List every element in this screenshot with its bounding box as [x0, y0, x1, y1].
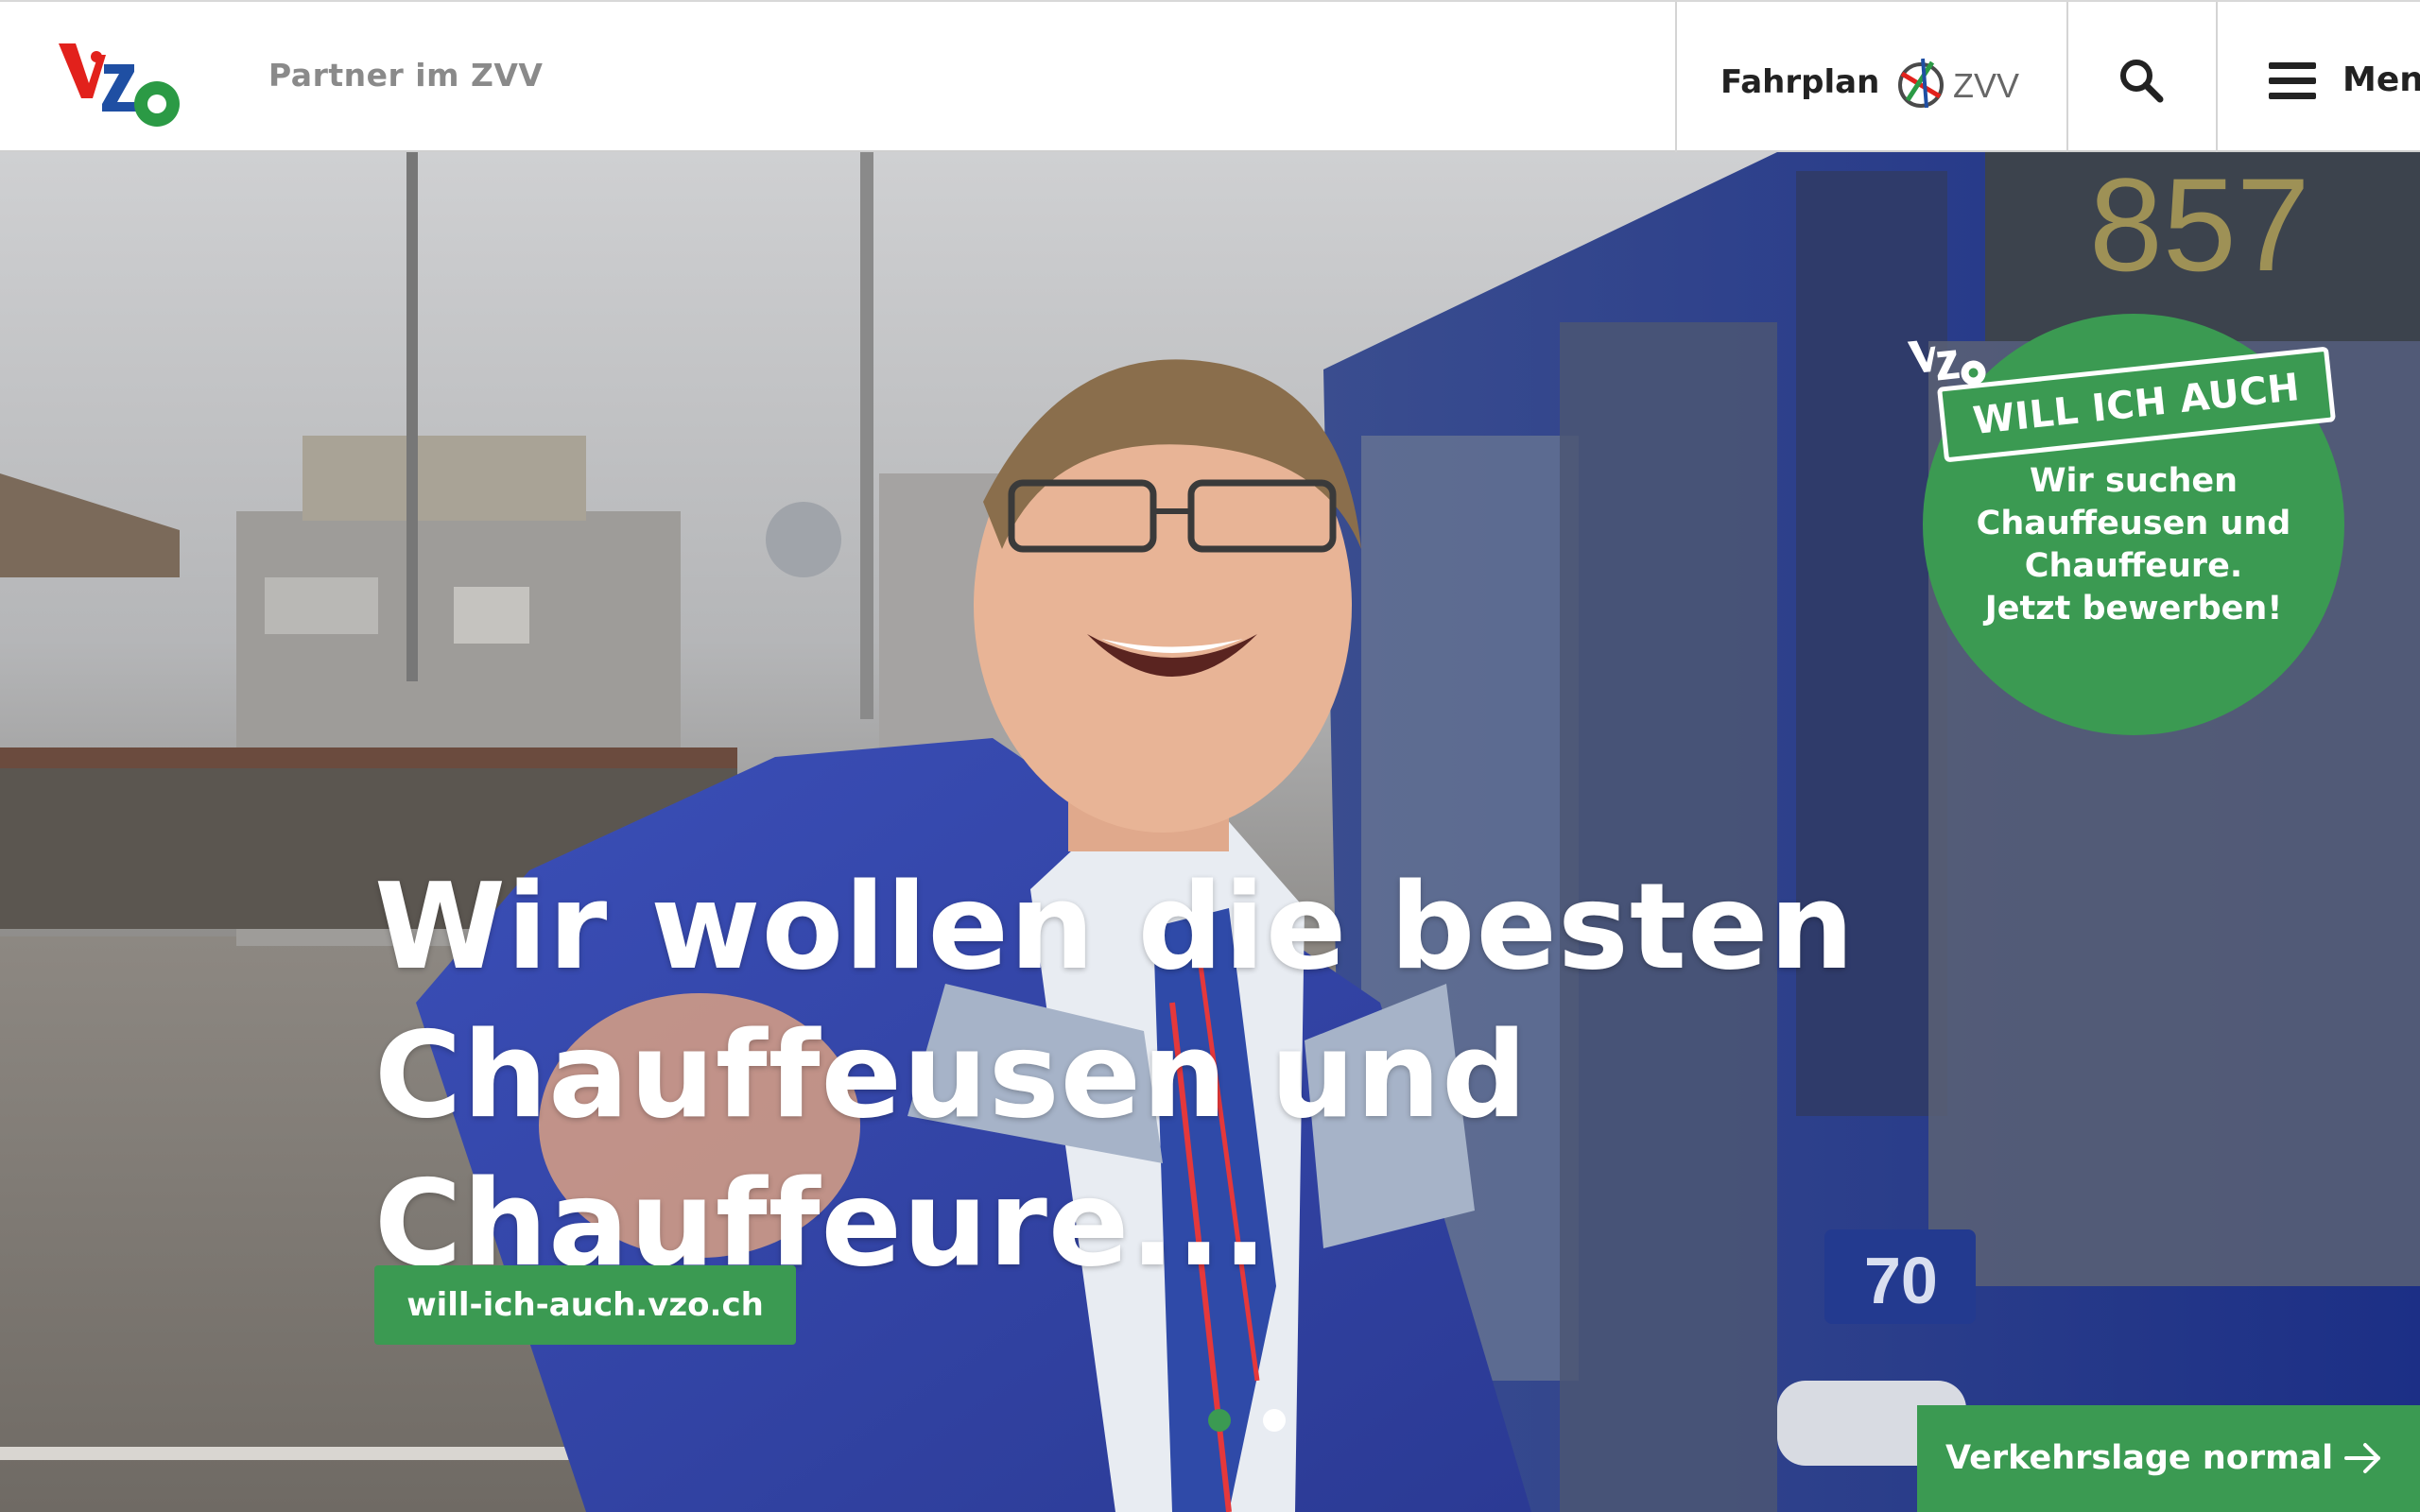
- fahrplan-button[interactable]: Fahrplan ZVV: [1675, 2, 2066, 152]
- headline-line-2: Chauffeusen und: [374, 1005, 1529, 1145]
- arrow-right-icon: [2344, 1443, 2380, 1473]
- zvv-logo-text: ZVV: [1953, 66, 2019, 105]
- search-button[interactable]: [2066, 2, 2216, 152]
- badge-line-3: Chauffeure.: [2024, 547, 2243, 585]
- slider-dot-1[interactable]: [1208, 1409, 1231, 1432]
- menu-label: Menü: [2342, 60, 2420, 99]
- traffic-status-button[interactable]: Verkehrslage normal: [1917, 1405, 2420, 1512]
- partner-im-zvv-label: Partner im ZVV: [268, 57, 544, 94]
- zvv-logo: ZVV: [1898, 58, 2019, 109]
- headline-line-1: Wir wollen die besten: [374, 857, 1856, 997]
- badge-text: Wir suchen Chauffeusen und Chauffeure. J…: [1923, 460, 2344, 630]
- fahrplan-label: Fahrplan: [1720, 63, 1880, 101]
- menu-button[interactable]: Menü: [2216, 2, 2420, 152]
- hero-slider: 857 70 Wir wollen die besten Chauffeusen…: [0, 152, 2420, 1512]
- slider-dots: [1208, 1409, 1303, 1447]
- hero-headline: Wir wollen die besten Chauffeusen und Ch…: [374, 852, 1887, 1297]
- bus-route-display: 857: [2089, 152, 2310, 299]
- slider-dot-2[interactable]: [1263, 1409, 1286, 1432]
- badge-line-4: Jetzt bewerben!: [1984, 590, 2283, 627]
- will-ich-auch-link[interactable]: will-ich-auch.vzo.ch: [374, 1265, 796, 1345]
- badge-vzo-logo: [1907, 340, 1986, 386]
- traffic-status-label: Verkehrslage normal: [1945, 1439, 2334, 1477]
- site-header: Partner im ZVV Fahrplan ZVV Menü: [0, 0, 2420, 152]
- badge-line-1: Wir suchen: [2029, 462, 2238, 500]
- vzo-logo[interactable]: [55, 30, 197, 134]
- badge-line-2: Chauffeusen und: [1976, 505, 2291, 542]
- vzo-logo-graphic: [59, 43, 180, 127]
- hamburger-icon: [2269, 62, 2316, 99]
- search-icon: [2120, 60, 2164, 103]
